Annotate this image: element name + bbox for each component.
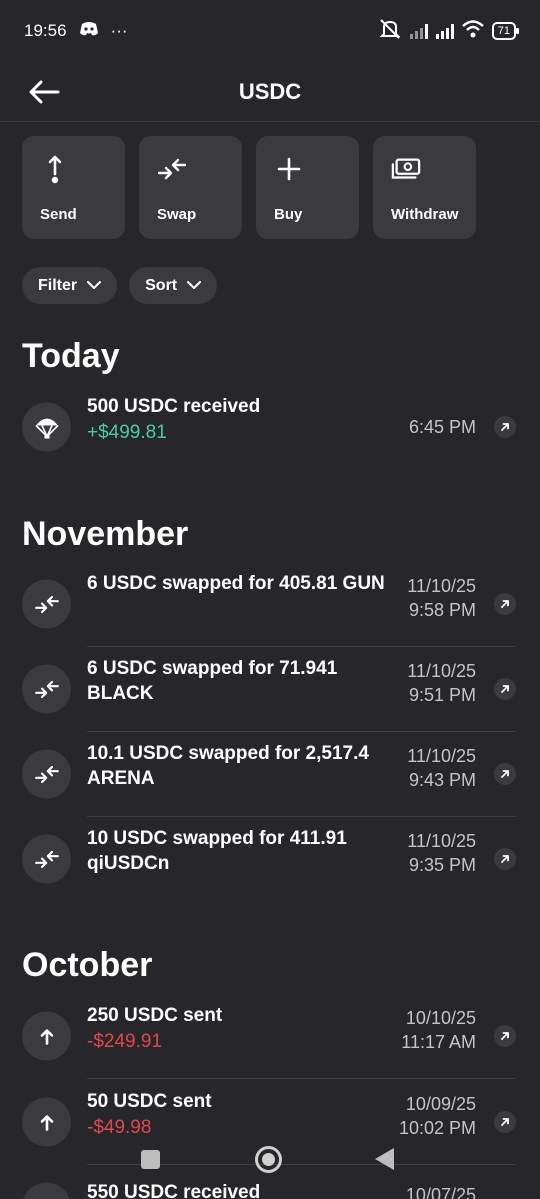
page-title: USDC xyxy=(238,78,302,104)
external-link-icon[interactable] xyxy=(494,593,516,615)
transaction-row[interactable]: 6 USDC swapped for 405.81 GUN 11/10/25 9:… xyxy=(0,562,540,646)
recent-apps-button[interactable] xyxy=(141,1150,160,1169)
transaction-time: 11/10/25 9:43 PM xyxy=(407,744,476,792)
filter-dropdown[interactable]: Filter xyxy=(22,267,118,304)
status-time: 19:56 xyxy=(24,21,67,40)
transaction-title: 6 USDC swapped for 71.941 BLACK xyxy=(87,658,338,704)
transaction-time: 10/10/25 11:17 AM xyxy=(401,1006,476,1054)
chevron-down-icon xyxy=(187,281,202,289)
signal-icon xyxy=(409,23,428,39)
home-button[interactable] xyxy=(255,1146,282,1173)
transaction-clock: 11:17 AM xyxy=(401,1032,476,1052)
buy-label: Buy xyxy=(274,206,303,223)
transaction-title: 10.1 USDC swapped for 2,517.4 ARENA xyxy=(87,743,369,789)
status-bar: 19:56 ··· 71 xyxy=(0,0,540,62)
section-heading-october: October xyxy=(22,946,153,984)
external-link-icon[interactable] xyxy=(494,416,516,438)
transaction-clock: 9:58 PM xyxy=(408,600,476,620)
external-link-icon[interactable] xyxy=(494,763,516,785)
filter-label: Filter xyxy=(38,276,78,294)
transaction-amount: -$249.91 xyxy=(87,1031,163,1052)
filter-bar: Filter Sort xyxy=(22,267,218,304)
transaction-date: 11/10/25 xyxy=(407,831,476,851)
swap-icon xyxy=(22,664,71,714)
transaction-row[interactable]: 6 USDC swapped for 71.941 BLACK 11/10/25… xyxy=(0,647,540,731)
section-heading-today: Today xyxy=(22,337,120,375)
swap-label: Swap xyxy=(157,206,197,223)
arrow-up-icon xyxy=(40,154,70,184)
app-header: USDC xyxy=(0,62,540,122)
transaction-time: 11/10/25 9:58 PM xyxy=(407,574,476,622)
transaction-row[interactable]: 500 USDC received +$499.81 6:45 PM xyxy=(0,385,540,469)
transaction-clock: 9:51 PM xyxy=(408,685,476,705)
wifi-icon xyxy=(461,19,484,43)
chevron-down-icon xyxy=(87,281,102,289)
back-button[interactable] xyxy=(24,72,64,112)
external-link-icon[interactable] xyxy=(494,1025,516,1047)
cash-icon xyxy=(391,154,421,184)
system-back-button[interactable] xyxy=(375,1148,394,1170)
sort-label: Sort xyxy=(145,276,178,294)
section-heading-november: November xyxy=(22,515,189,553)
external-link-icon[interactable] xyxy=(494,848,516,870)
swap-icon xyxy=(22,834,71,884)
transaction-time: 11/10/25 9:35 PM xyxy=(407,829,476,877)
send-label: Send xyxy=(40,206,77,223)
signal-icon xyxy=(435,23,454,39)
discord-icon xyxy=(79,21,99,42)
sort-dropdown[interactable]: Sort xyxy=(129,267,218,304)
transaction-row[interactable]: 10 USDC swapped for 411.91 qiUSDCn 11/10… xyxy=(0,817,540,901)
transaction-row[interactable]: 10.1 USDC swapped for 2,517.4 ARENA 11/1… xyxy=(0,732,540,816)
transaction-date: 11/10/25 xyxy=(407,576,476,596)
transaction-time: 11/10/25 9:51 PM xyxy=(407,659,476,707)
transaction-time: 6:45 PM xyxy=(408,417,476,437)
parachute-icon xyxy=(22,402,71,452)
external-link-icon[interactable] xyxy=(494,1111,516,1133)
swap-icon xyxy=(22,749,71,799)
transaction-title: 6 USDC swapped for 405.81 GUN xyxy=(87,573,385,594)
transaction-title: 500 USDC received xyxy=(87,396,261,417)
transaction-clock: 9:35 PM xyxy=(408,855,476,875)
more-notifications-icon: ··· xyxy=(110,21,128,40)
swap-button[interactable]: Swap xyxy=(139,136,242,239)
arrow-left-icon xyxy=(29,80,60,104)
transaction-clock: 9:43 PM xyxy=(408,770,476,790)
action-bar: Send Swap Buy Withdraw xyxy=(22,136,476,239)
transaction-date: 11/10/25 xyxy=(407,746,476,766)
transaction-date: 10/09/25 xyxy=(405,1094,476,1114)
home-dot xyxy=(262,1153,275,1166)
buy-button[interactable]: Buy xyxy=(256,136,359,239)
transaction-title: 10 USDC swapped for 411.91 qiUSDCn xyxy=(87,828,347,874)
divider xyxy=(87,1078,516,1079)
withdraw-button[interactable]: Withdraw xyxy=(373,136,476,239)
send-button[interactable]: Send xyxy=(22,136,125,239)
transaction-date: 10/10/25 xyxy=(405,1008,476,1028)
transaction-title: 250 USDC sent xyxy=(87,1005,223,1026)
swap-icon xyxy=(157,154,187,184)
transaction-row[interactable]: 250 USDC sent -$249.91 10/10/25 11:17 AM xyxy=(0,994,540,1078)
plus-icon xyxy=(274,154,304,184)
arrow-up-icon xyxy=(22,1011,71,1061)
system-nav-bar xyxy=(0,1137,540,1199)
battery-icon: 71 xyxy=(491,22,520,40)
mute-icon xyxy=(378,18,402,45)
withdraw-label: Withdraw xyxy=(391,206,459,223)
transaction-amount: +$499.81 xyxy=(87,422,167,443)
swap-icon xyxy=(22,579,71,629)
external-link-icon[interactable] xyxy=(494,678,516,700)
transaction-date: 11/10/25 xyxy=(407,661,476,681)
transaction-time: 10/09/25 10:02 PM xyxy=(399,1092,476,1140)
transaction-title: 50 USDC sent xyxy=(87,1091,212,1112)
